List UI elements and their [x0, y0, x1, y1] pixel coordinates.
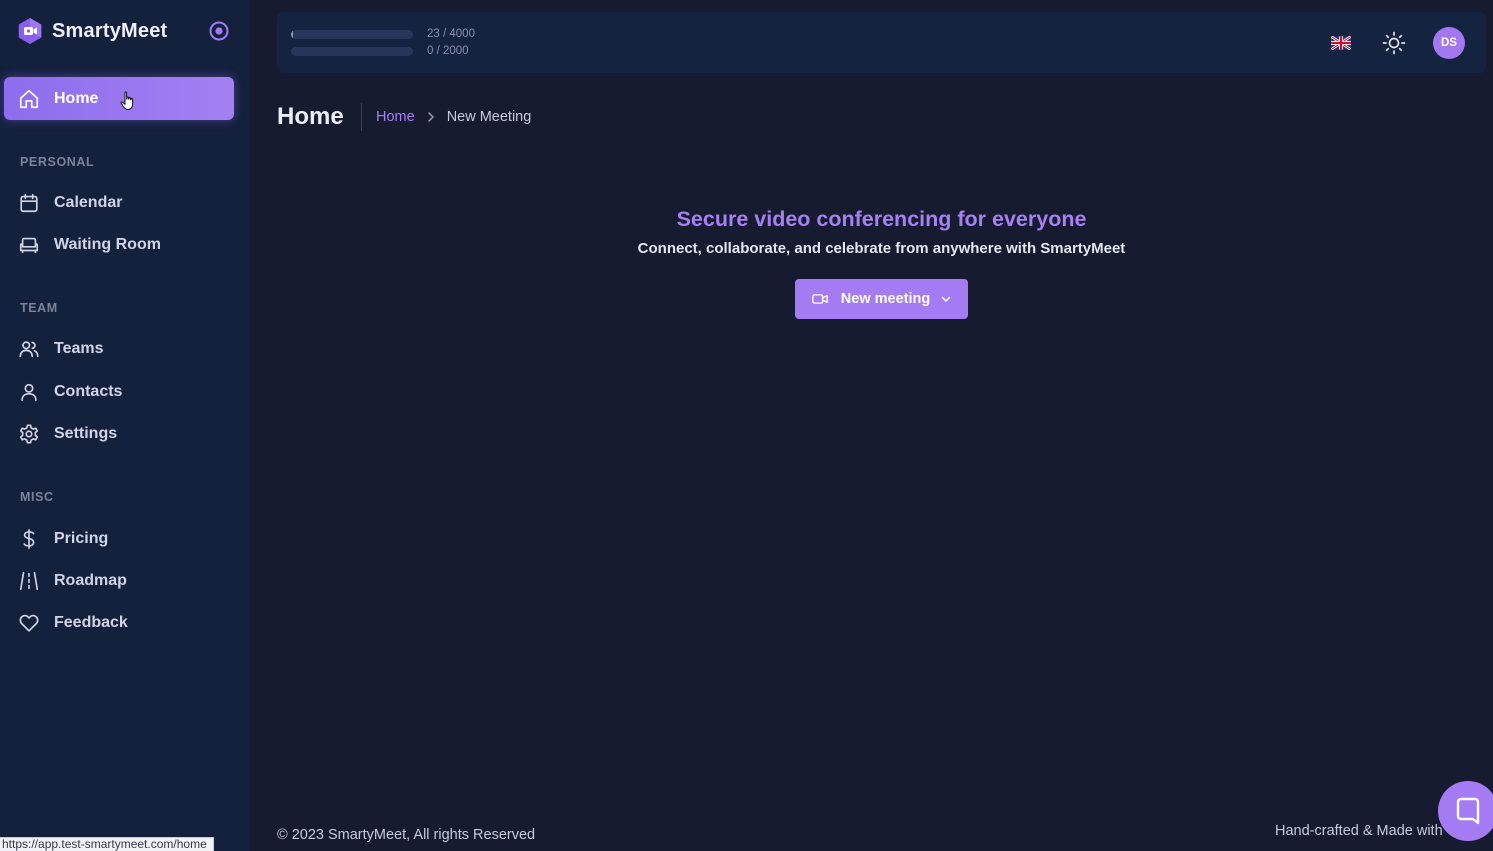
sidebar-item-roadmap[interactable]: Roadmap	[4, 559, 234, 602]
usage-progress-track	[291, 29, 413, 39]
smartymeet-logo-icon	[18, 18, 42, 44]
heart-icon	[19, 614, 39, 632]
sun-icon[interactable]	[1382, 31, 1406, 55]
hero-title: Secure video conferencing for everyone	[676, 207, 1087, 231]
brand[interactable]: SmartyMeet	[16, 17, 167, 45]
gear-icon	[19, 423, 39, 444]
chevron-down-icon	[941, 296, 951, 302]
breadcrumb-current: New Meeting	[446, 109, 532, 125]
sidebar-item-label: Waiting Room	[54, 235, 161, 253]
sidebar-item-waiting-room[interactable]: Waiting Room	[4, 223, 234, 266]
sidebar-item-label: Settings	[54, 424, 118, 442]
avatar[interactable]: DS	[1433, 27, 1465, 59]
users-icon	[19, 340, 39, 357]
top-bar: 23 / 4000 0 / 2000 DS	[277, 12, 1486, 73]
chat-support-button[interactable]	[1438, 781, 1493, 841]
sidebar-item-label: Pricing	[54, 529, 109, 547]
sidebar-item-teams[interactable]: Teams	[4, 327, 234, 370]
sidebar-item-contacts[interactable]: Contacts	[4, 370, 234, 413]
sidebar-item-feedback[interactable]: Feedback	[4, 601, 234, 644]
home-icon	[19, 89, 39, 108]
sidebar: SmartyMeet Home PERSONAL Calendar Waitin…	[0, 0, 249, 851]
road-icon	[19, 571, 39, 590]
dollar-icon	[23, 528, 35, 549]
calendar-icon	[20, 193, 38, 212]
usage-meter-minutes: 23 / 4000	[291, 28, 475, 40]
usage-progress-track	[291, 46, 413, 56]
hero-subtitle: Connect, collaborate, and celebrate from…	[637, 240, 1126, 257]
collapse-sidebar-icon[interactable]	[208, 20, 230, 42]
breadcrumb-link-home[interactable]: Home	[376, 109, 415, 125]
chat-icon	[1456, 797, 1480, 825]
usage-count: 23 / 4000	[427, 28, 475, 40]
sidebar-item-settings[interactable]: Settings	[4, 412, 234, 455]
sofa-icon	[19, 237, 39, 253]
sidebar-item-label: Roadmap	[54, 571, 127, 589]
sidebar-item-pricing[interactable]: Pricing	[4, 517, 234, 560]
footer-made-with: Hand-crafted & Made with	[1275, 823, 1443, 839]
new-meeting-button[interactable]: New meeting	[795, 279, 968, 319]
sidebar-item-label: Teams	[54, 339, 104, 357]
chevron-right-icon	[427, 112, 434, 122]
user-icon	[21, 383, 37, 401]
section-title-misc: MISC	[20, 490, 54, 504]
sidebar-item-label: Feedback	[54, 613, 128, 631]
page-title: Home	[277, 103, 344, 130]
video-camera-icon	[811, 294, 828, 304]
sidebar-item-home[interactable]: Home	[4, 77, 234, 120]
usage-count: 0 / 2000	[427, 45, 469, 57]
sidebar-item-label: Home	[54, 89, 99, 107]
breadcrumb: Home New Meeting	[376, 109, 531, 125]
sidebar-item-label: Contacts	[54, 382, 123, 400]
status-bar-url: https://app.test-smartymeet.com/home	[0, 837, 214, 851]
usage-meter-recordings: 0 / 2000	[291, 45, 469, 57]
uk-flag-icon[interactable]	[1331, 36, 1351, 50]
usage-progress-fill	[291, 29, 293, 39]
section-title-team: TEAM	[20, 301, 58, 315]
hand-cursor-icon	[120, 91, 134, 111]
section-title-personal: PERSONAL	[20, 155, 95, 169]
sidebar-item-label: Calendar	[54, 193, 123, 211]
sidebar-item-calendar[interactable]: Calendar	[4, 181, 234, 224]
new-meeting-label: New meeting	[840, 291, 931, 307]
breadcrumb-divider	[361, 103, 362, 131]
footer-copyright: © 2023 SmartyMeet, All rights Reserved	[277, 827, 536, 843]
brand-name: SmartyMeet	[52, 19, 168, 42]
